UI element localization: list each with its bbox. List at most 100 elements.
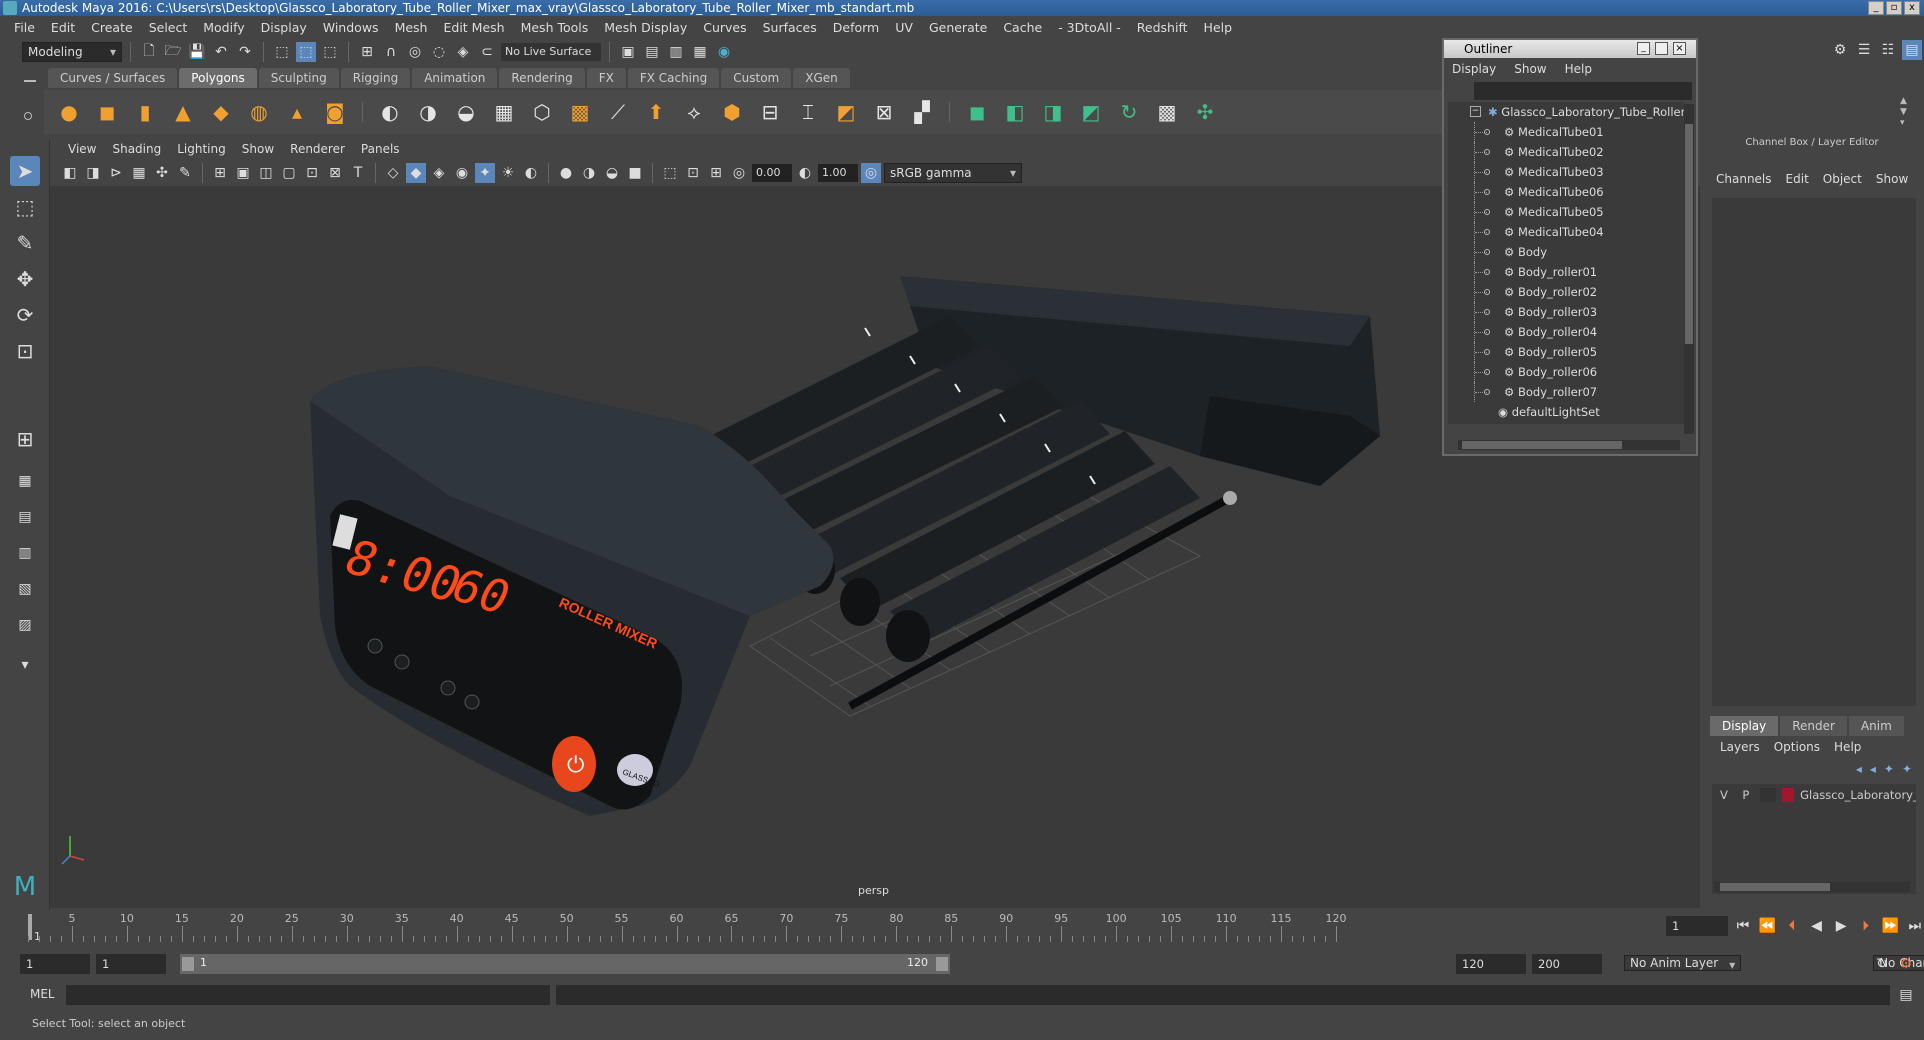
open-scene-icon[interactable]: 🗁 xyxy=(163,42,183,62)
safe-action-icon[interactable]: ⊠ xyxy=(325,163,345,183)
range-end-handle[interactable] xyxy=(936,957,948,971)
outliner-item[interactable]: ⚙ Body_roller02 xyxy=(1448,282,1684,302)
menu-select[interactable]: Select xyxy=(141,20,196,35)
paint-select-tool-icon[interactable]: ✎ xyxy=(10,228,40,258)
bridge-icon[interactable]: ⟋ xyxy=(603,97,633,127)
field-chart-icon[interactable]: ⊡ xyxy=(302,163,322,183)
poly-cone-icon[interactable]: ▲ xyxy=(168,97,198,127)
bevel-icon[interactable]: ⟡ xyxy=(679,97,709,127)
quad-draw-icon[interactable]: ▞ xyxy=(907,97,937,127)
gate-mask-icon[interactable]: ▢ xyxy=(279,163,299,183)
menu-edit[interactable]: Edit xyxy=(43,20,83,35)
menu-display[interactable]: Display xyxy=(253,20,315,35)
snap-point-icon[interactable]: ◎ xyxy=(405,42,425,62)
rotate-tool-icon[interactable]: ⟳ xyxy=(10,300,40,330)
outliner-close-button[interactable]: × xyxy=(1673,42,1686,55)
frame-all-icon[interactable]: ⊞ xyxy=(706,163,726,183)
panel-menu-view[interactable]: View xyxy=(60,142,104,156)
play-forwards-icon[interactable]: ▶ xyxy=(1832,916,1851,936)
shelf-tab-curves-surfaces[interactable]: Curves / Surfaces xyxy=(48,68,178,88)
wireframe-icon[interactable]: ◇ xyxy=(383,163,403,183)
snap-surface-icon[interactable]: ◈ xyxy=(453,42,473,62)
xray-icon[interactable]: ● xyxy=(556,163,576,183)
outliner-search[interactable] xyxy=(1474,82,1692,100)
layer-tab-display[interactable]: Display xyxy=(1710,716,1779,736)
render-settings-icon[interactable]: ▦ xyxy=(690,42,710,62)
modeling-toolkit-icon[interactable]: ⚙ xyxy=(1830,40,1850,60)
ambient-occlusion-icon[interactable]: ◐ xyxy=(521,163,541,183)
poly-pipe-icon[interactable]: ◙ xyxy=(320,97,350,127)
maya-home-icon[interactable]: M xyxy=(8,872,42,906)
separate-icon[interactable]: ◑ xyxy=(413,97,443,127)
select-object-icon[interactable]: ⬚ xyxy=(296,42,316,62)
outliner-menu-help[interactable]: Help xyxy=(1565,62,1592,76)
gamma-icon[interactable]: ◐ xyxy=(795,163,815,183)
layer-tab-render[interactable]: Render xyxy=(1780,716,1847,736)
mirror-icon[interactable]: ▩ xyxy=(565,97,595,127)
outliner-scrollbar[interactable] xyxy=(1684,104,1694,434)
layer-hscrollbar[interactable] xyxy=(1714,882,1910,892)
select-camera-icon[interactable]: ◧ xyxy=(60,163,80,183)
smooth-shade-icon[interactable]: ◆ xyxy=(406,163,426,183)
grid-icon[interactable]: ⊞ xyxy=(210,163,230,183)
outliner-hscrollbar[interactable] xyxy=(1458,440,1680,450)
shelf-tab-rigging[interactable]: Rigging xyxy=(340,68,411,88)
insert-edge-loop-icon[interactable]: ⊟ xyxy=(755,97,785,127)
uv-editor-icon[interactable]: ↻ xyxy=(1114,97,1144,127)
four-view-layout-icon[interactable]: ▤ xyxy=(10,502,40,532)
target-weld-icon[interactable]: ◩ xyxy=(831,97,861,127)
select-component-icon[interactable]: ⬚ xyxy=(320,42,340,62)
maximize-button[interactable]: ▫ xyxy=(1886,1,1902,15)
camera-attributes-icon[interactable]: ◨ xyxy=(83,163,103,183)
frame-selected-icon[interactable]: ⊡ xyxy=(683,163,703,183)
layer-menu-layers[interactable]: Layers xyxy=(1720,740,1760,754)
hypershade-layout-icon[interactable]: ▨ xyxy=(10,610,40,640)
shelf-tab-fx[interactable]: FX xyxy=(586,68,626,88)
outliner-item[interactable]: ⚙ MedicalTube06 xyxy=(1448,182,1684,202)
menu-mesh-display[interactable]: Mesh Display xyxy=(596,20,695,35)
exposure-field[interactable]: 0.00 xyxy=(752,164,792,182)
smooth-icon[interactable]: ▦ xyxy=(489,97,519,127)
select-tool-icon[interactable]: ➤ xyxy=(10,156,40,186)
persp-outliner-layout-icon[interactable]: ▥ xyxy=(10,538,40,568)
step-forward-icon[interactable]: ⏩ xyxy=(1881,916,1900,936)
redo-icon[interactable]: ↷ xyxy=(235,42,255,62)
animation-prefs-icon[interactable]: ⚙ xyxy=(1896,954,1916,974)
menu-help[interactable]: Help xyxy=(1196,20,1241,35)
outliner-item[interactable]: ⚙ MedicalTube01 xyxy=(1448,122,1684,142)
close-button[interactable]: x xyxy=(1904,1,1920,15)
channel-box-icon[interactable]: ▤ xyxy=(1902,40,1922,60)
auto-key-icon[interactable]: ↻ xyxy=(1872,954,1892,974)
outliner-item[interactable]: ⚙ Body_roller03 xyxy=(1448,302,1684,322)
attribute-editor-icon[interactable]: ☰ xyxy=(1854,40,1874,60)
menu-mesh[interactable]: Mesh xyxy=(387,20,436,35)
bookmark-icon[interactable]: ⊳ xyxy=(106,163,126,183)
menu-cache[interactable]: Cache xyxy=(995,20,1050,35)
outliner-item[interactable]: ⚙ MedicalTube02 xyxy=(1448,142,1684,162)
minimize-button[interactable]: _ xyxy=(1868,1,1884,15)
time-slider[interactable]: 1 5 10 15 20 25 30 35 40 45 50 55 60 65 70 75 80 85 90 95 1… xyxy=(20,910,1660,943)
outliner-item[interactable]: ⚙ MedicalTube05 xyxy=(1448,202,1684,222)
poly-cube-icon[interactable]: ◼ xyxy=(92,97,122,127)
play-backwards-icon[interactable]: ◀ xyxy=(1807,916,1826,936)
shelf-tab-xgen[interactable]: XGen xyxy=(793,68,850,88)
film-gate-icon[interactable]: ▣ xyxy=(233,163,253,183)
range-start-handle[interactable] xyxy=(182,957,194,971)
tool-settings-icon[interactable]: ☷ xyxy=(1878,40,1898,60)
panel-menu-lighting[interactable]: Lighting xyxy=(169,142,234,156)
script-language-toggle[interactable]: MEL xyxy=(30,987,55,1001)
outliner-item[interactable]: ⚙ Body_roller05 xyxy=(1448,342,1684,362)
shelf-tab-animation[interactable]: Animation xyxy=(412,68,498,88)
grease-pencil-icon[interactable]: ✎ xyxy=(175,163,195,183)
outliner-item[interactable]: ⚙ MedicalTube04 xyxy=(1448,222,1684,242)
wireframe-on-shaded-icon[interactable]: ◈ xyxy=(429,163,449,183)
image-plane-icon[interactable]: ▦ xyxy=(129,163,149,183)
anim-layer-dropdown[interactable]: No Anim Layer xyxy=(1624,955,1742,971)
automatic-mapping-icon[interactable]: ◩ xyxy=(1076,97,1106,127)
start-time-field[interactable]: 1 xyxy=(20,954,90,974)
command-input[interactable] xyxy=(66,985,550,1005)
move-layer-up-icon[interactable]: ◂ xyxy=(1856,762,1862,776)
isolate-select-icon[interactable]: ⬚ xyxy=(660,163,680,183)
poly-cylinder-icon[interactable]: ▮ xyxy=(130,97,160,127)
outliner-item[interactable]: ⚙ Body_roller04 xyxy=(1448,322,1684,342)
